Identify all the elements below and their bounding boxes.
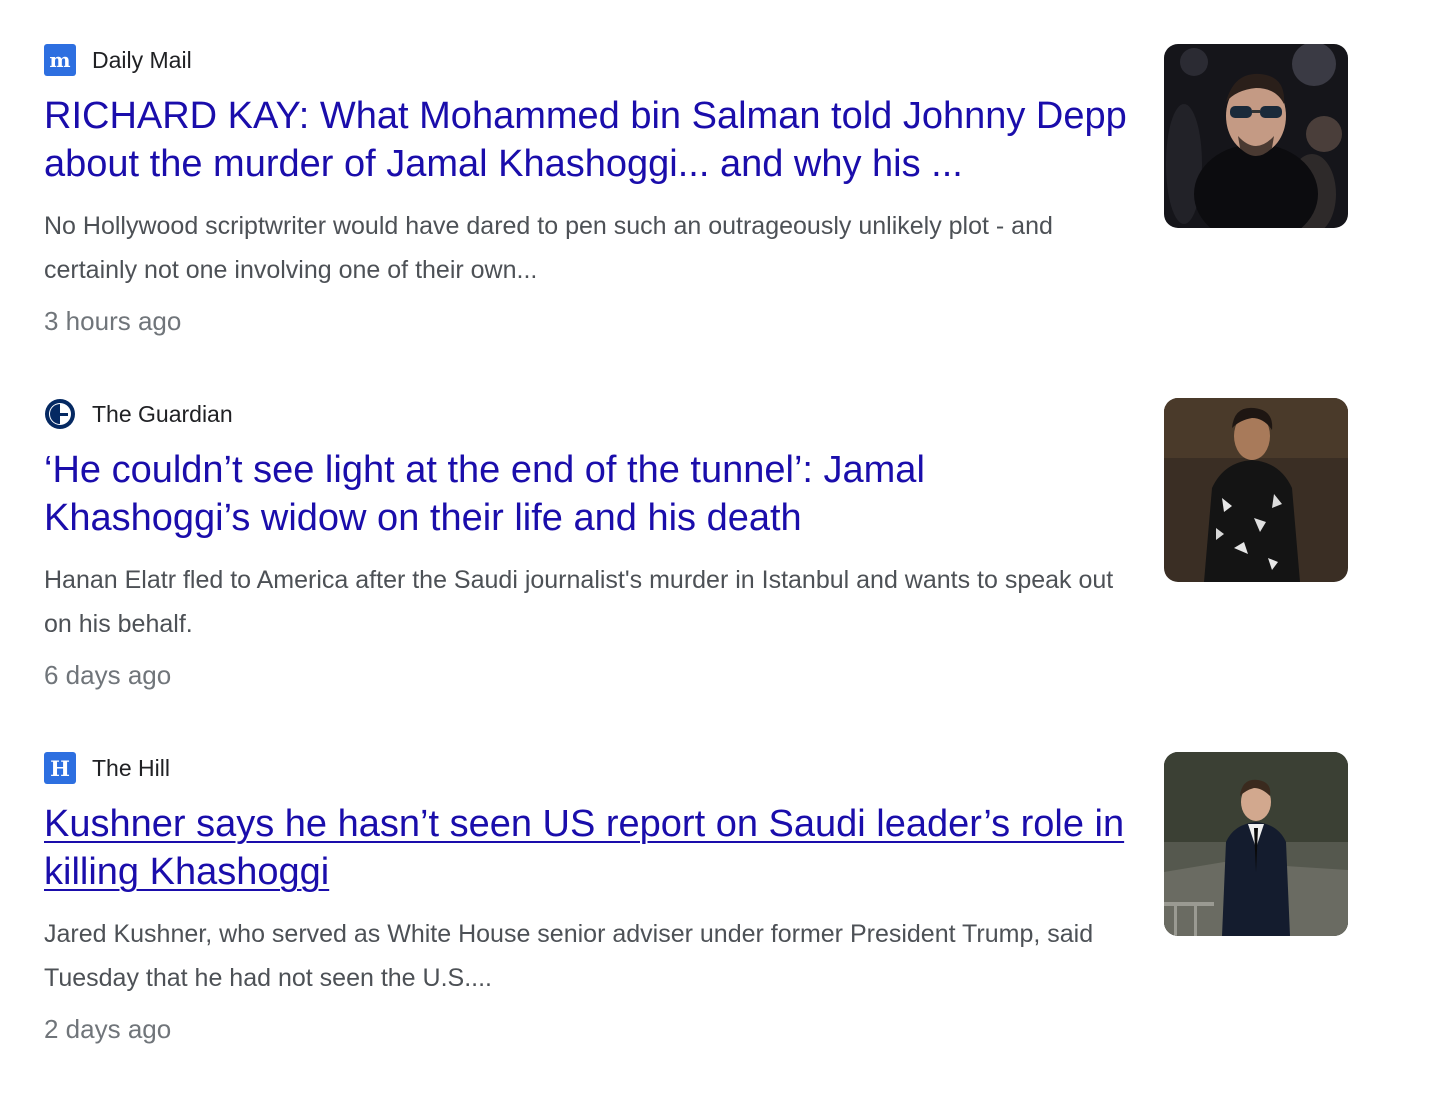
svg-text:H: H xyxy=(50,756,70,781)
article-thumbnail[interactable] xyxy=(1164,398,1348,582)
news-result-card[interactable]: H The Hill Kushner says he hasn’t seen U… xyxy=(44,752,1348,1082)
article-snippet: No Hollywood scriptwriter would have dar… xyxy=(44,212,1053,284)
thumbnail-image xyxy=(1164,44,1348,228)
source-name: Daily Mail xyxy=(92,46,192,73)
headline-link[interactable]: RICHARD KAY: What Mohammed bin Salman to… xyxy=(44,92,1134,188)
article-snippet: Hanan Elatr fled to America after the Sa… xyxy=(44,566,1114,638)
article-timestamp: 6 days ago xyxy=(44,660,172,690)
daily-mail-logo-icon: m xyxy=(44,44,76,76)
article-snippet: Jared Kushner, who served as White House… xyxy=(44,920,1094,992)
news-result-card[interactable]: m Daily Mail RICHARD KAY: What Mohammed … xyxy=(44,44,1348,374)
source-row: The Guardian xyxy=(44,398,233,430)
thumbnail-image xyxy=(1164,752,1348,936)
source-row: m Daily Mail xyxy=(44,44,192,76)
article-thumbnail[interactable] xyxy=(1164,44,1348,228)
news-results-list: m Daily Mail RICHARD KAY: What Mohammed … xyxy=(0,0,1456,1094)
article-thumbnail[interactable] xyxy=(1164,752,1348,936)
svg-text:m: m xyxy=(49,48,70,72)
guardian-logo-icon xyxy=(45,399,75,429)
headline-link[interactable]: Kushner says he hasn’t seen US report on… xyxy=(44,800,1134,896)
source-name: The Hill xyxy=(92,754,170,781)
thumbnail-image xyxy=(1164,398,1348,582)
the-hill-logo-icon: H xyxy=(44,752,76,784)
headline-link[interactable]: ‘He couldn’t see light at the end of the… xyxy=(44,446,1134,542)
article-timestamp: 2 days ago xyxy=(44,1014,172,1044)
source-row: H The Hill xyxy=(44,752,170,784)
article-timestamp: 3 hours ago xyxy=(44,306,182,336)
news-result-card[interactable]: The Guardian ‘He couldn’t see light at t… xyxy=(44,398,1348,728)
source-name: The Guardian xyxy=(92,400,233,427)
